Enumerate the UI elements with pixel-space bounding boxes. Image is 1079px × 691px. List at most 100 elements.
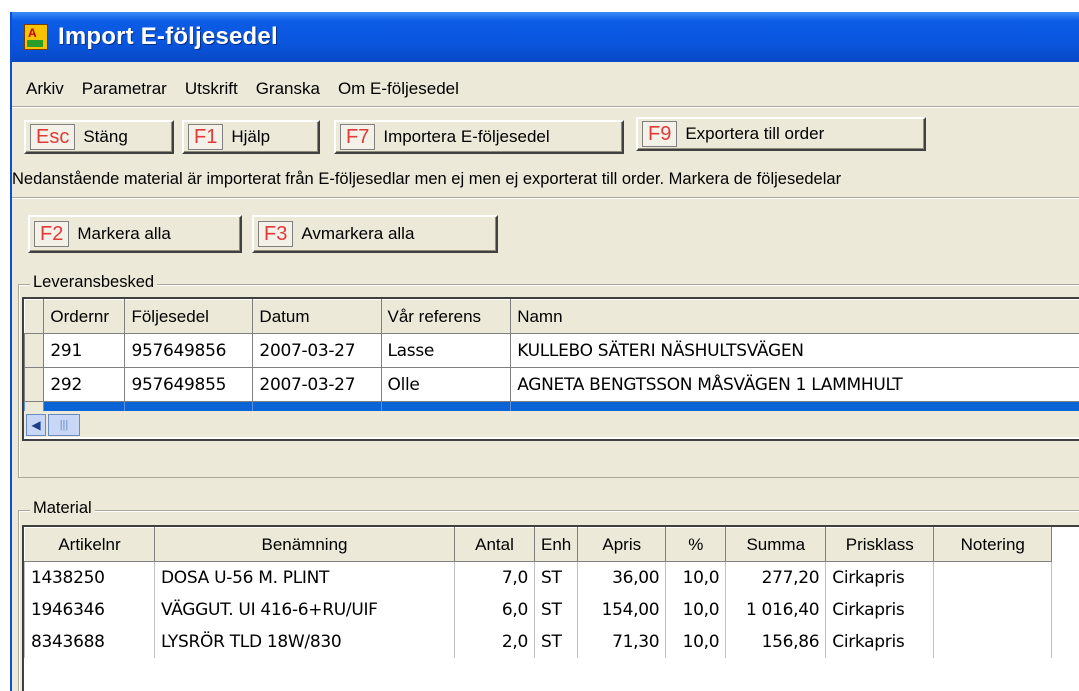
menu-om[interactable]: Om E-följesedel: [334, 79, 463, 99]
row-indicator[interactable]: [24, 367, 45, 402]
col-summa[interactable]: Summa: [725, 527, 827, 562]
close-button-label: Stäng: [83, 127, 128, 146]
cell-artikelnr: 1946346: [24, 593, 155, 626]
cell-datum: 2007-03-27: [252, 333, 382, 368]
unmark-all-button[interactable]: F3 Avmarkera alla: [252, 215, 498, 253]
cell-summa: 277,20: [725, 561, 827, 594]
cell-enh: ST: [533, 593, 579, 626]
menu-arkiv[interactable]: Arkiv: [22, 79, 68, 99]
table-row[interactable]: 1438250 DOSA U-56 M. PLINT 7,0 ST 36,00 …: [24, 561, 1053, 594]
cell-foljesedel: 957649855: [124, 367, 254, 402]
col-prisklass[interactable]: Prisklass: [825, 527, 935, 562]
cell-apris: 154,00: [577, 593, 667, 626]
cell-notering[interactable]: [933, 593, 1053, 626]
cell-procent: 10,0: [665, 561, 727, 594]
cell-antal: 6,0: [454, 593, 535, 626]
f7-key-label: F7: [340, 124, 376, 150]
col-apris[interactable]: Apris: [577, 527, 667, 562]
col-foljesedel[interactable]: Följesedel: [124, 299, 254, 334]
mark-all-label: Markera alla: [77, 224, 171, 243]
info-text: Nedanstående material är importerat från…: [12, 170, 842, 188]
f1-key-label: F1: [188, 124, 224, 150]
cell-referens: Lasse: [380, 333, 512, 368]
row-indicator-header: [24, 299, 45, 334]
cell-apris: 36,00: [577, 561, 667, 594]
unmark-all-label: Avmarkera alla: [301, 224, 415, 243]
menu-bar: Arkiv Parametrar Utskrift Granska Om E-f…: [12, 74, 1079, 104]
col-ordernr[interactable]: Ordernr: [43, 299, 126, 334]
cell-benamning: DOSA U-56 M. PLINT: [154, 561, 455, 594]
cell-referens: Olle: [380, 367, 512, 402]
f3-key-label: F3: [258, 221, 294, 247]
cell-benamning: LYSRÖR TLD 18W/830: [154, 625, 455, 658]
menu-parametrar[interactable]: Parametrar: [78, 79, 171, 99]
col-notering[interactable]: Notering: [933, 527, 1053, 562]
material-header-row: Artikelnr Benämning Antal Enh Apris % Su…: [24, 527, 1053, 562]
cell-summa: 156,86: [725, 625, 827, 658]
cell-prisklass: Cirkapris: [825, 593, 935, 626]
help-button-label: Hjälp: [231, 127, 271, 146]
material-grid: Artikelnr Benämning Antal Enh Apris % Su…: [22, 525, 1079, 691]
cell-prisklass: Cirkapris: [825, 625, 935, 658]
col-artikelnr[interactable]: Artikelnr: [24, 527, 155, 562]
app-logo-icon: A: [24, 24, 48, 50]
horizontal-scrollbar[interactable]: ◀ |||: [24, 411, 1079, 437]
material-table: Artikelnr Benämning Antal Enh Apris % Su…: [24, 527, 1053, 658]
scroll-left-arrow-icon[interactable]: ◀: [26, 414, 46, 436]
menu-granska[interactable]: Granska: [252, 79, 324, 99]
cell-enh: ST: [533, 561, 579, 594]
leverans-grid: Ordernr Följesedel Datum Vår referens Na…: [22, 297, 1079, 441]
cell-benamning: VÄGGUT. UI 416-6+RU/UIF: [154, 593, 455, 626]
export-button-label: Exportera till order: [685, 124, 825, 143]
mark-all-button[interactable]: F2 Markera alla: [28, 215, 242, 253]
material-group-label: Material: [30, 499, 95, 518]
cell-procent: 10,0: [665, 593, 727, 626]
cell-notering[interactable]: [933, 625, 1053, 658]
cell-ordernr: 292: [43, 367, 126, 402]
col-enh[interactable]: Enh: [533, 527, 579, 562]
cell-procent: 10,0: [665, 625, 727, 658]
col-datum[interactable]: Datum: [252, 299, 382, 334]
f2-key-label: F2: [34, 221, 70, 247]
cell-prisklass: Cirkapris: [825, 561, 935, 594]
col-procent[interactable]: %: [665, 527, 727, 562]
table-row[interactable]: 291 957649856 2007-03-27 Lasse KULLEBO S…: [24, 333, 1079, 368]
menu-separator: [12, 106, 1079, 108]
cell-antal: 7,0: [454, 561, 535, 594]
table-row[interactable]: 8343688 LYSRÖR TLD 18W/830 2,0 ST 71,30 …: [24, 625, 1053, 658]
col-namn[interactable]: Namn: [510, 299, 1079, 334]
window-title: Import E-följesedel: [58, 23, 278, 50]
import-button-label: Importera E-följesedel: [383, 127, 550, 146]
import-window: A Import E-följesedel Arkiv Parametrar U…: [10, 12, 1079, 691]
export-button[interactable]: F9 Exportera till order: [636, 117, 926, 151]
col-benamning[interactable]: Benämning: [154, 527, 455, 562]
cell-apris: 71,30: [577, 625, 667, 658]
cell-ordernr: 291: [43, 333, 126, 368]
cell-artikelnr: 1438250: [24, 561, 155, 594]
table-row[interactable]: 292 957649855 2007-03-27 Olle AGNETA BEN…: [24, 367, 1079, 402]
cell-antal: 2,0: [454, 625, 535, 658]
import-button[interactable]: F7 Importera E-följesedel: [334, 120, 624, 154]
col-antal[interactable]: Antal: [454, 527, 535, 562]
table-row[interactable]: 1946346 VÄGGUT. UI 416-6+RU/UIF 6,0 ST 1…: [24, 593, 1053, 626]
f9-key-label: F9: [642, 121, 678, 147]
help-button[interactable]: F1 Hjälp: [182, 120, 320, 154]
cell-foljesedel: 957649856: [124, 333, 254, 368]
cell-namn: AGNETA BENGTSSON MÅSVÄGEN 1 LAMMHULT: [510, 367, 1079, 402]
menu-utskrift[interactable]: Utskrift: [181, 79, 242, 99]
title-bar: A Import E-följesedel: [12, 12, 1079, 62]
esc-key-label: Esc: [30, 124, 76, 150]
cell-artikelnr: 8343688: [24, 625, 155, 658]
leverans-group-label: Leveransbesked: [30, 273, 158, 292]
cell-namn: KULLEBO SÄTERI NÄSHULTSVÄGEN: [510, 333, 1079, 368]
cell-datum: 2007-03-27: [252, 367, 382, 402]
cell-summa: 1 016,40: [725, 593, 827, 626]
cell-enh: ST: [533, 625, 579, 658]
close-button[interactable]: Esc Stäng: [24, 120, 174, 154]
leverans-header-row: Ordernr Följesedel Datum Vår referens Na…: [24, 299, 1079, 334]
cell-notering[interactable]: [933, 561, 1053, 594]
scroll-thumb[interactable]: |||: [48, 414, 80, 436]
col-var-referens[interactable]: Vår referens: [380, 299, 512, 334]
row-indicator[interactable]: [24, 333, 45, 368]
info-separator: [12, 197, 1079, 199]
